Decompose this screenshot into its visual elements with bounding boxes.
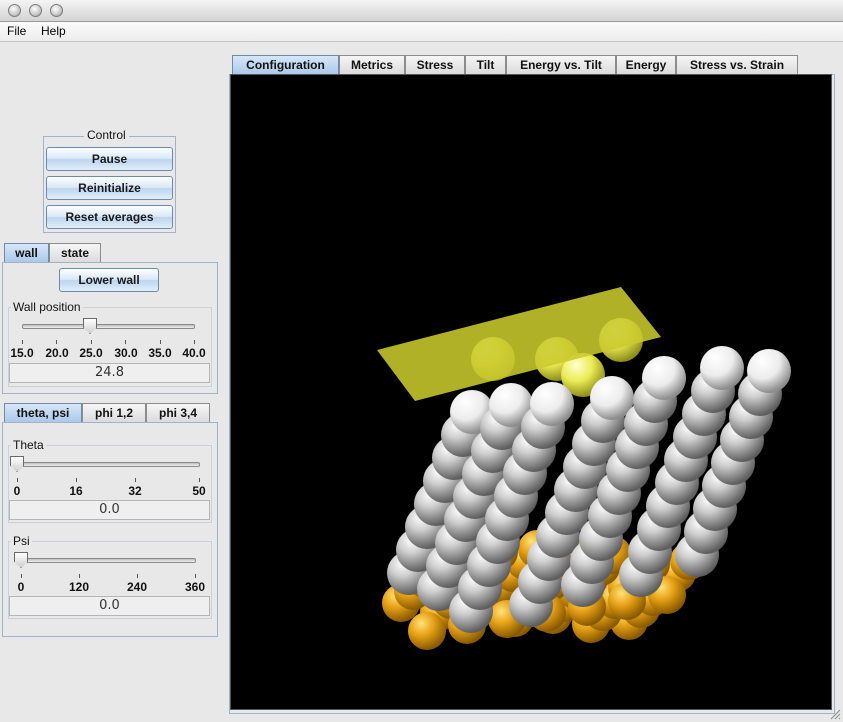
theta-tick-label: 16: [69, 484, 83, 498]
wall-position-label: Wall position: [11, 300, 83, 314]
tab-metrics[interactable]: Metrics: [339, 55, 405, 75]
menu-file[interactable]: File: [7, 24, 26, 38]
menu-help[interactable]: Help: [41, 24, 66, 38]
wall-position-value[interactable]: 24.8: [9, 363, 210, 383]
tab-stress-vs-strain[interactable]: Stress vs. Strain: [676, 55, 798, 75]
psi-tick-label: 360: [184, 580, 206, 594]
tick-mark: [195, 574, 196, 578]
tab-energy-vs-tilt[interactable]: Energy vs. Tilt: [506, 55, 616, 75]
wall-tick-label: 15.0: [10, 346, 34, 360]
pause-button[interactable]: Pause: [46, 147, 173, 171]
zoom-window-icon[interactable]: [50, 4, 63, 17]
tick-mark: [17, 478, 18, 482]
tick-mark: [199, 478, 200, 482]
theta-value[interactable]: 0.0: [9, 500, 210, 520]
lower-wall-button[interactable]: Lower wall: [59, 268, 159, 292]
tab-configuration[interactable]: Configuration: [232, 55, 339, 75]
window-title-bar: [0, 0, 843, 22]
tick-mark: [160, 340, 161, 344]
menu-bar: File Help: [0, 22, 843, 42]
resize-grip-icon[interactable]: [829, 708, 841, 720]
psi-tick-label: 240: [126, 580, 148, 594]
tab-stress[interactable]: Stress: [405, 55, 465, 75]
control-group-title: Control: [84, 128, 129, 142]
theta-tick-label: 50: [192, 484, 206, 498]
theta-tick-label: 0: [13, 484, 21, 498]
tab-state[interactable]: state: [49, 243, 101, 263]
psi-slider-track[interactable]: [21, 558, 196, 563]
tick-mark: [76, 478, 77, 482]
psi-value[interactable]: 0.0: [9, 596, 210, 616]
theta-slider-track[interactable]: [17, 462, 200, 467]
chain-end-atom: [642, 356, 686, 400]
gold-atom: [408, 612, 446, 650]
tab-wall[interactable]: wall: [4, 243, 49, 263]
theta-tick-label: 32: [128, 484, 142, 498]
wall-tick-label: 40.0: [182, 346, 206, 360]
tick-mark: [137, 574, 138, 578]
minimize-window-icon[interactable]: [29, 4, 42, 17]
tab-phi-1-2[interactable]: phi 1,2: [82, 403, 146, 423]
chain-end-atom: [700, 346, 744, 390]
tick-mark: [194, 340, 195, 344]
psi-tick-label: 0: [17, 580, 25, 594]
theta-label: Theta: [11, 438, 46, 452]
tick-mark: [79, 574, 80, 578]
tick-mark: [125, 340, 126, 344]
reset-averages-button[interactable]: Reset averages: [46, 205, 173, 229]
close-window-icon[interactable]: [8, 4, 21, 17]
tab-energy[interactable]: Energy: [616, 55, 676, 75]
tab-theta-psi[interactable]: theta, psi: [4, 403, 82, 423]
chain-end-atom: [747, 349, 791, 393]
tick-mark: [135, 478, 136, 482]
tick-mark: [56, 340, 57, 344]
chain-end-atom: [530, 382, 574, 426]
tab-phi-3-4[interactable]: phi 3,4: [146, 403, 210, 423]
molecule-render: [377, 287, 791, 650]
molecule-3d-view[interactable]: [230, 74, 832, 710]
tick-mark: [91, 340, 92, 344]
wall-position-slider-track[interactable]: [22, 324, 195, 329]
psi-label: Psi: [11, 534, 32, 548]
wall-tick-label: 25.0: [79, 346, 103, 360]
tick-mark: [22, 340, 23, 344]
tick-mark: [21, 574, 22, 578]
psi-tick-label: 120: [68, 580, 90, 594]
reinitialize-button[interactable]: Reinitialize: [46, 176, 173, 200]
tab-tilt[interactable]: Tilt: [465, 55, 506, 75]
